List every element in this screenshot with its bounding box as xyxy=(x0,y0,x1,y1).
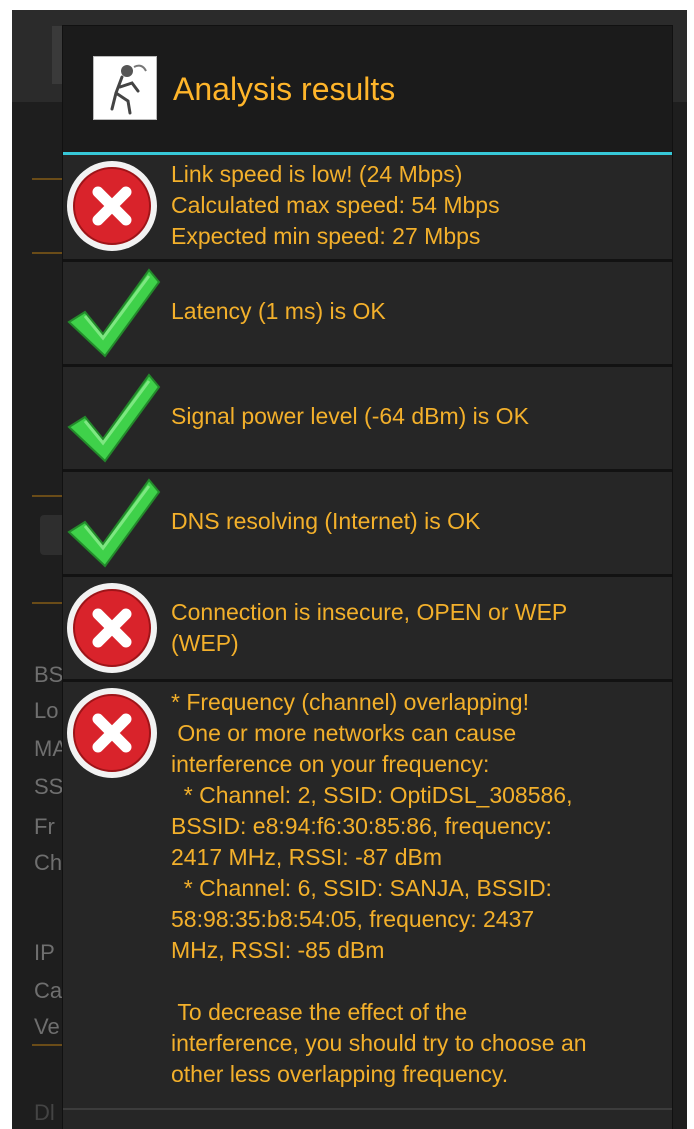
result-text: * Frequency (channel) overlapping! One o… xyxy=(171,689,587,1087)
result-text: Connection is insecure, OPEN or WEP (WEP… xyxy=(171,599,568,656)
error-x-icon xyxy=(65,159,159,258)
result-item: DNS resolving (Internet) is OK xyxy=(63,472,672,577)
result-text: Signal power level (-64 dBm) is OK xyxy=(171,403,529,429)
result-item: Link speed is low! (24 Mbps) Calculated … xyxy=(63,155,672,262)
checkmark-icon xyxy=(63,474,163,575)
app-logo-icon xyxy=(93,56,157,120)
background-label: IP xyxy=(34,940,55,965)
checkmark-icon xyxy=(63,369,163,470)
background-divider xyxy=(32,1044,62,1046)
result-item: Connection is insecure, OPEN or WEP (WEP… xyxy=(63,577,672,682)
dialog-header: Analysis results xyxy=(63,26,672,152)
background-label: Lo xyxy=(34,698,59,723)
checkmark-icon xyxy=(63,264,163,365)
background-label: Ca xyxy=(34,978,63,1003)
result-item: Signal power level (-64 dBm) is OK xyxy=(63,367,672,472)
background-label: Ve xyxy=(34,1014,60,1039)
background-label: SS xyxy=(34,774,64,799)
background-label: Dl xyxy=(34,1100,55,1125)
background-divider xyxy=(32,252,62,254)
error-x-icon xyxy=(65,581,159,680)
result-text: Link speed is low! (24 Mbps) Calculated … xyxy=(171,161,500,249)
background-label: BS xyxy=(34,662,64,687)
error-x-icon xyxy=(65,686,159,785)
background-divider xyxy=(32,602,62,604)
result-item: Latency (1 ms) is OK xyxy=(63,262,672,367)
analysis-results-dialog: Analysis results Link speed is low! (24 … xyxy=(63,26,672,1129)
background-divider xyxy=(32,495,62,497)
dialog-title: Analysis results xyxy=(173,71,396,107)
background-label: Fr xyxy=(34,814,55,839)
background-label: Ch xyxy=(34,850,63,875)
button-bar-divider xyxy=(63,1108,672,1110)
result-item: * Frequency (channel) overlapping! One o… xyxy=(63,682,672,1129)
result-text: DNS resolving (Internet) is OK xyxy=(171,508,481,534)
result-text: Latency (1 ms) is OK xyxy=(171,298,386,324)
background-divider xyxy=(32,178,62,180)
